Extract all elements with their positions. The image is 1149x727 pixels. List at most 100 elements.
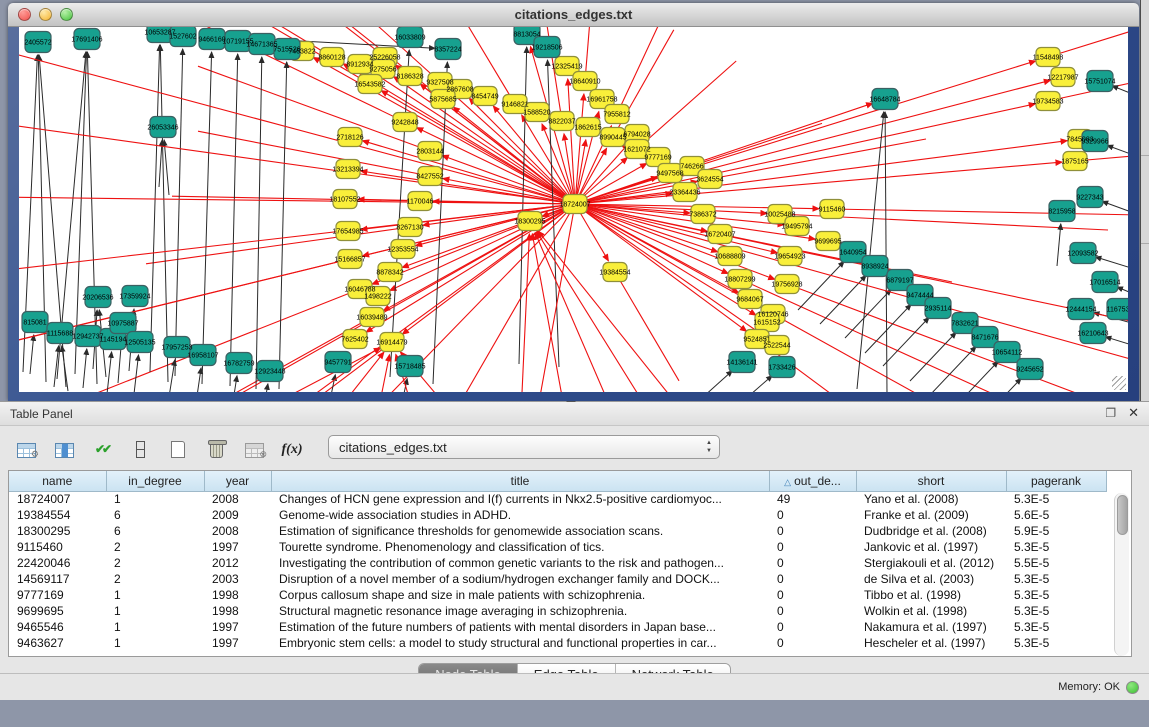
- table-cell[interactable]: Embryonic stem cells: a model to study s…: [271, 635, 769, 651]
- table-cell[interactable]: 6: [106, 507, 204, 523]
- table-cell[interactable]: Estimation of significance thresholds fo…: [271, 523, 769, 539]
- table-cell[interactable]: Changes of HCN gene expression and I(f) …: [271, 491, 769, 507]
- table-cell[interactable]: 0: [769, 635, 856, 651]
- table-cell[interactable]: 1997: [204, 635, 271, 651]
- function-builder-button[interactable]: f(x): [280, 436, 304, 458]
- node-table-body[interactable]: 1872400712008Changes of HCN gene express…: [9, 491, 1106, 651]
- network-canvas[interactable]: 1872400774638228860128891293425226058927…: [19, 27, 1128, 392]
- table-cell[interactable]: 0: [769, 571, 856, 587]
- table-cell[interactable]: Franke et al. (2009): [856, 507, 1006, 523]
- table-row[interactable]: 977716911998Corpus callosum shape and si…: [9, 587, 1106, 603]
- table-cell[interactable]: 5.3E-5: [1006, 635, 1106, 651]
- window-resize-grip[interactable]: [1112, 376, 1126, 390]
- network-graph[interactable]: 1872400774638228860128891293425226058927…: [19, 27, 1128, 392]
- table-vertical-scrollbar[interactable]: [1114, 493, 1129, 656]
- table-cell[interactable]: 2008: [204, 491, 271, 507]
- table-cell[interactable]: de Silva et al. (2003): [856, 571, 1006, 587]
- table-cell[interactable]: 1998: [204, 587, 271, 603]
- table-cell[interactable]: 2008: [204, 523, 271, 539]
- table-cell[interactable]: Hescheler et al. (1997): [856, 635, 1006, 651]
- new-column-button[interactable]: [166, 436, 190, 458]
- table-row[interactable]: 911546021997Tourette syndrome. Phenomeno…: [9, 539, 1106, 555]
- table-cell[interactable]: 49: [769, 491, 856, 507]
- table-cell[interactable]: 0: [769, 603, 856, 619]
- table-cell[interactable]: 5.9E-5: [1006, 523, 1106, 539]
- table-cell[interactable]: 5.3E-5: [1006, 603, 1106, 619]
- table-cell[interactable]: 6: [106, 523, 204, 539]
- table-options-button[interactable]: ⚙: [14, 436, 38, 458]
- table-cell[interactable]: 1: [106, 635, 204, 651]
- table-cell[interactable]: 14569117: [9, 571, 106, 587]
- table-cell[interactable]: 9115460: [9, 539, 106, 555]
- table-cell[interactable]: 1: [106, 603, 204, 619]
- table-cell[interactable]: 2: [106, 555, 204, 571]
- table-cell[interactable]: 5.3E-5: [1006, 539, 1106, 555]
- table-cell[interactable]: Genome-wide association studies in ADHD.: [271, 507, 769, 523]
- table-row[interactable]: 946362711997Embryonic stem cells: a mode…: [9, 635, 1106, 651]
- table-cell[interactable]: Dudbridge et al. (2008): [856, 523, 1006, 539]
- table-cell[interactable]: 2: [106, 539, 204, 555]
- table-cell[interactable]: Structural magnetic resonance image aver…: [271, 603, 769, 619]
- column-header-out-de-[interactable]: △out_de...: [769, 471, 856, 491]
- table-cell[interactable]: 1: [106, 619, 204, 635]
- table-cell[interactable]: Jankovic et al. (1997): [856, 539, 1006, 555]
- table-cell[interactable]: 9463627: [9, 635, 106, 651]
- table-cell[interactable]: 1997: [204, 539, 271, 555]
- table-cell[interactable]: 0: [769, 587, 856, 603]
- table-cell[interactable]: 0: [769, 507, 856, 523]
- table-cell[interactable]: 2012: [204, 555, 271, 571]
- table-cell[interactable]: 5.3E-5: [1006, 619, 1106, 635]
- network-window-titlebar[interactable]: citations_edges.txt: [8, 3, 1139, 27]
- table-cell[interactable]: 9777169: [9, 587, 106, 603]
- column-header-year[interactable]: year: [204, 471, 271, 491]
- table-cell[interactable]: 5.5E-5: [1006, 555, 1106, 571]
- table-cell[interactable]: 1: [106, 491, 204, 507]
- table-cell[interactable]: 5.3E-5: [1006, 587, 1106, 603]
- table-cell[interactable]: Corpus callosum shape and size in male p…: [271, 587, 769, 603]
- table-cell[interactable]: 0: [769, 523, 856, 539]
- table-row[interactable]: 946554611997Estimation of the future num…: [9, 619, 1106, 635]
- column-header-pagerank[interactable]: pagerank: [1006, 471, 1106, 491]
- table-cell[interactable]: 2003: [204, 571, 271, 587]
- minimize-window-button[interactable]: [39, 8, 52, 21]
- table-row[interactable]: 1872400712008Changes of HCN gene express…: [9, 491, 1106, 507]
- close-window-button[interactable]: [18, 8, 31, 21]
- table-cell[interactable]: 5.6E-5: [1006, 507, 1106, 523]
- table-row[interactable]: 969969511998Structural magnetic resonanc…: [9, 603, 1106, 619]
- zoom-window-button[interactable]: [60, 8, 73, 21]
- table-cell[interactable]: 18300295: [9, 523, 106, 539]
- scrollbar-thumb[interactable]: [1117, 495, 1128, 535]
- table-cell[interactable]: 18724007: [9, 491, 106, 507]
- table-cell[interactable]: 5.3E-5: [1006, 491, 1106, 507]
- table-cell[interactable]: 2009: [204, 507, 271, 523]
- table-cell[interactable]: Wolkin et al. (1998): [856, 603, 1006, 619]
- table-cell[interactable]: 5.3E-5: [1006, 571, 1106, 587]
- table-cell[interactable]: 2: [106, 571, 204, 587]
- close-panel-icon[interactable]: ✕: [1128, 406, 1139, 420]
- column-header-title[interactable]: title: [271, 471, 769, 491]
- table-cell[interactable]: Stergiakouli et al. (2012): [856, 555, 1006, 571]
- table-selector-dropdown[interactable]: citations_edges.txt ▲▼: [328, 435, 720, 459]
- show-columns-button[interactable]: [52, 436, 76, 458]
- column-header-in-degree[interactable]: in_degree: [106, 471, 204, 491]
- table-cell[interactable]: Tibbo et al. (1998): [856, 587, 1006, 603]
- table-cell[interactable]: 1998: [204, 603, 271, 619]
- table-cell[interactable]: Disruption of a novel member of a sodium…: [271, 571, 769, 587]
- delete-column-button[interactable]: [204, 436, 228, 458]
- table-cell[interactable]: 0: [769, 619, 856, 635]
- table-cell[interactable]: Estimation of the future numbers of pati…: [271, 619, 769, 635]
- table-row[interactable]: 1938455462009Genome-wide association stu…: [9, 507, 1106, 523]
- table-cell[interactable]: 1: [106, 587, 204, 603]
- row-options-button[interactable]: [128, 436, 152, 458]
- column-header-short[interactable]: short: [856, 471, 1006, 491]
- table-cell[interactable]: 1997: [204, 619, 271, 635]
- table-row[interactable]: 1830029562008Estimation of significance …: [9, 523, 1106, 539]
- table-cell[interactable]: 22420046: [9, 555, 106, 571]
- table-cell[interactable]: 9699695: [9, 603, 106, 619]
- table-cell[interactable]: Nakamura et al. (1997): [856, 619, 1006, 635]
- table-cell[interactable]: 0: [769, 555, 856, 571]
- table-cell[interactable]: Tourette syndrome. Phenomenology and cla…: [271, 539, 769, 555]
- table-cell[interactable]: 19384554: [9, 507, 106, 523]
- select-all-button[interactable]: ✔✔: [90, 436, 114, 458]
- table-cell[interactable]: 9465546: [9, 619, 106, 635]
